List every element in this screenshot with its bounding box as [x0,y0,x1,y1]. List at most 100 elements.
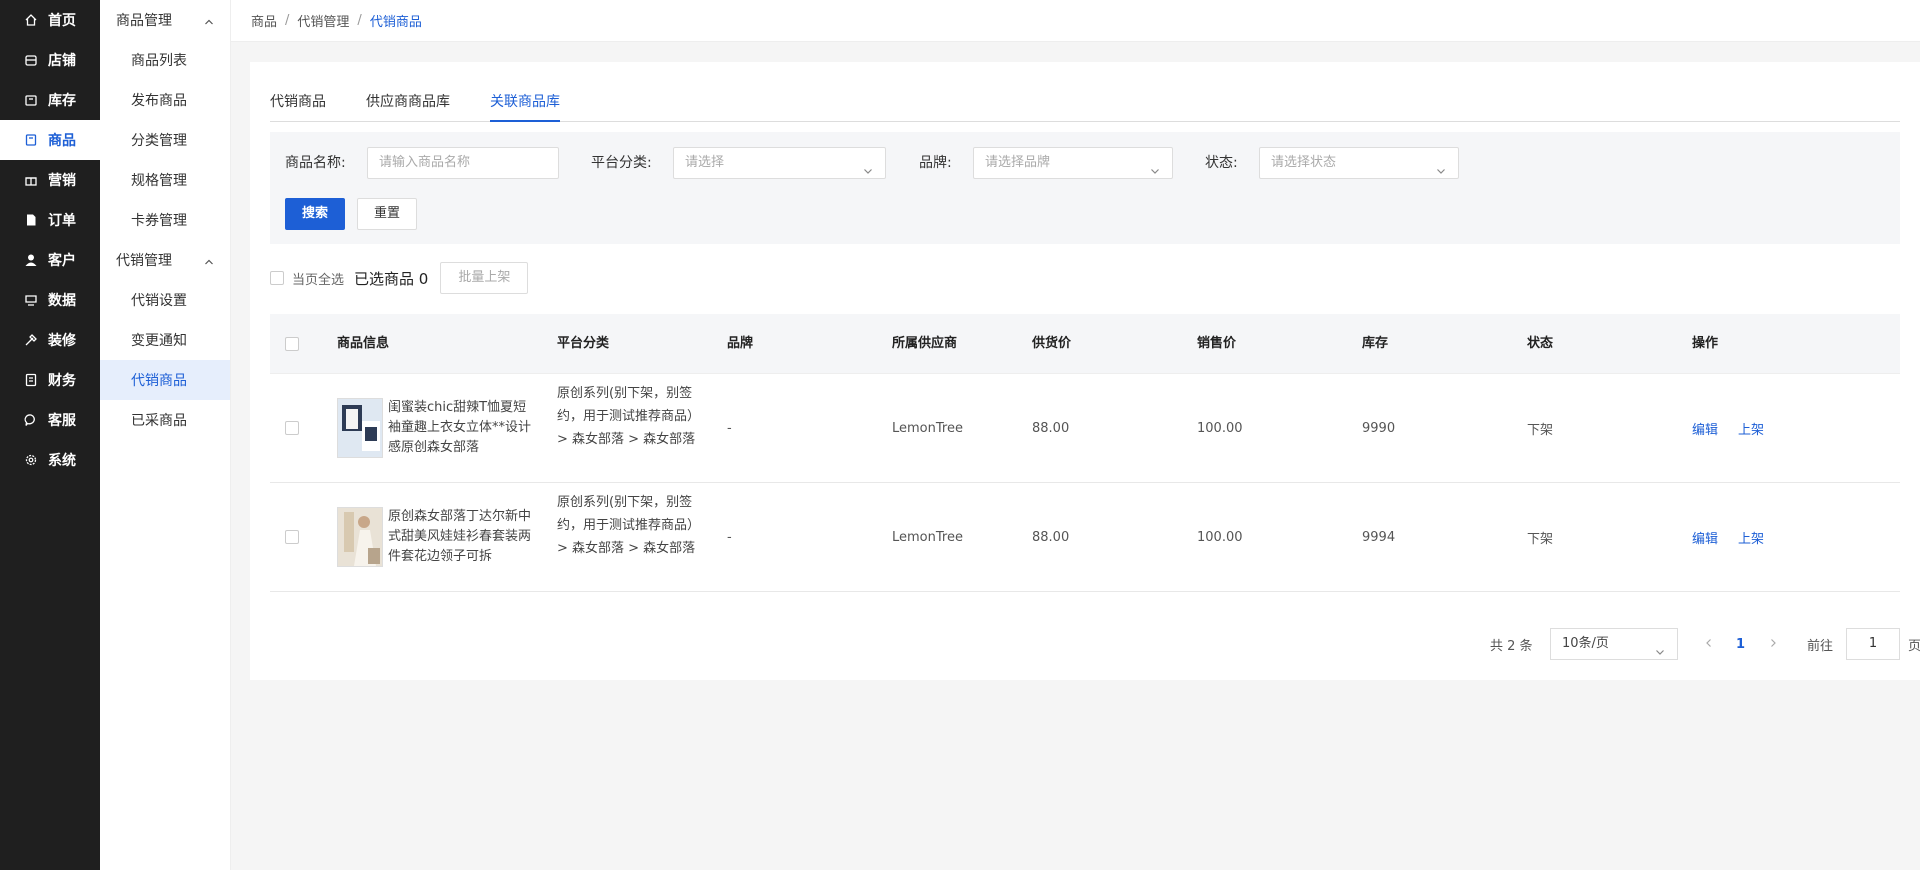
next-page-icon[interactable] [1768,637,1778,652]
edit-link[interactable]: 编辑 [1692,528,1718,547]
sale-price: 100.00 [1197,421,1243,436]
main-nav: 首页 店铺 库存 商品 营销 订单 客户 数据 装修 财务 客服 系统 [0,0,100,870]
goto-page-input[interactable]: 1 [1846,628,1900,660]
on-shelf-link[interactable]: 上架 [1738,419,1764,438]
nav-item-goods[interactable]: 商品 [0,120,100,160]
subnav-group-label: 代销管理 [116,253,172,269]
chevron-down-icon [863,158,873,174]
tab-supplier-library[interactable]: 供应商商品库 [366,92,450,122]
table-header: 商品信息 平台分类 品牌 所属供应商 供货价 销售价 库存 状态 操作 [270,314,1900,374]
search-button[interactable]: 搜索 [285,198,345,230]
nav-item-label: 装修 [48,333,76,349]
brand-select-placeholder: 请选择品牌 [985,155,1051,170]
subnav-group-goods[interactable]: 商品管理 [100,0,230,40]
product-thumbnail[interactable] [337,398,383,458]
table-row: 闺蜜装chic甜辣T恤夏短袖童趣上衣女立体**设计感原创森女部落 原创系列(别下… [270,374,1900,483]
nav-item-shop[interactable]: 店铺 [0,40,100,80]
nav-item-order[interactable]: 订单 [0,200,100,240]
subnav-item-spec[interactable]: 规格管理 [100,160,230,200]
status-select[interactable]: 请选择状态 [1259,147,1459,179]
chevron-up-icon [204,255,214,265]
product-brand: - [727,530,732,545]
pagination: 共 2 条 10条/页 1 前往 1 页 [270,628,1920,660]
supply-price: 88.00 [1032,421,1070,436]
chevron-up-icon [204,15,214,25]
product-thumbnail[interactable] [337,507,383,567]
nav-item-finance[interactable]: 财务 [0,360,100,400]
subnav-item-goods-list[interactable]: 商品列表 [100,40,230,80]
subnav-group-consign[interactable]: 代销管理 [100,240,230,280]
breadcrumb: 商品 / 代销管理 / 代销商品 [231,0,1920,42]
subnav-item-change-notice[interactable]: 变更通知 [100,320,230,360]
reset-button[interactable]: 重置 [357,198,417,230]
th-brand: 品牌 [727,336,754,351]
data-icon [24,293,38,307]
nav-item-label: 订单 [48,213,76,229]
nav-item-label: 客户 [48,253,76,269]
product-brand: - [727,421,732,436]
th-status: 状态 [1527,336,1554,351]
brand-select[interactable]: 请选择品牌 [973,147,1173,179]
nav-item-label: 客服 [48,413,76,429]
select-all-checkbox[interactable] [270,271,284,285]
breadcrumb-item-goods[interactable]: 商品 [251,11,277,30]
filter-panel: 商品名称: 请输入商品名称 平台分类: 请选择 品牌: 请选择品牌 状态: 请选… [270,132,1900,244]
nav-item-decorate[interactable]: 装修 [0,320,100,360]
nav-item-label: 首页 [48,13,76,29]
nav-item-system[interactable]: 系统 [0,440,100,480]
status-text: 下架 [1527,423,1554,438]
prev-page-icon[interactable] [1704,637,1714,652]
breadcrumb-separator: / [285,13,290,28]
th-stock: 库存 [1362,336,1389,351]
nav-item-customer[interactable]: 客户 [0,240,100,280]
row-checkbox[interactable] [285,530,299,544]
batch-on-shelf-button[interactable]: 批量上架 [440,262,529,294]
chevron-down-icon [1655,639,1665,655]
breadcrumb-item-consign[interactable]: 代销管理 [297,11,349,30]
th-supply-price: 供货价 [1032,336,1072,351]
decorate-icon [24,333,38,347]
row-actions: 编辑 上架 [1692,374,1784,483]
th-sale-price: 销售价 [1197,336,1237,351]
tab-consign-goods[interactable]: 代销商品 [270,92,326,122]
subnav-item-purchased[interactable]: 已采商品 [100,400,230,440]
product-supplier: LemonTree [892,421,963,436]
select-all-label: 当页全选 [292,272,345,288]
breadcrumb-separator: / [357,13,362,28]
content-card: 代销商品 供应商商品库 关联商品库 商品名称: 请输入商品名称 平台分类: 请选… [250,62,1920,680]
product-supplier: LemonTree [892,530,963,545]
product-name[interactable]: 闺蜜装chic甜辣T恤夏短袖童趣上衣女立体**设计感原创森女部落 [388,398,538,458]
home-icon [24,13,38,27]
nav-item-home[interactable]: 首页 [0,0,100,40]
sale-price: 100.00 [1197,530,1243,545]
th-category: 平台分类 [557,336,610,351]
on-shelf-link[interactable]: 上架 [1738,528,1764,547]
page-number-current[interactable]: 1 [1736,637,1745,652]
subnav-item-publish[interactable]: 发布商品 [100,80,230,120]
nav-item-data[interactable]: 数据 [0,280,100,320]
th-info: 商品信息 [337,336,390,351]
subnav-item-category[interactable]: 分类管理 [100,120,230,160]
goods-icon [24,133,38,147]
category-select-placeholder: 请选择 [685,155,725,170]
status-select-placeholder: 请选择状态 [1271,155,1337,170]
product-name[interactable]: 原创森女部落丁达尔新中式甜美风娃娃衫春套装两件套花边领子可拆 [388,507,538,567]
page-size-select[interactable]: 10条/页 [1550,628,1678,660]
subnav-item-coupon[interactable]: 卡券管理 [100,200,230,240]
edit-link[interactable]: 编辑 [1692,419,1718,438]
subnav-item-consign-settings[interactable]: 代销设置 [100,280,230,320]
nav-item-label: 商品 [48,133,76,149]
gift-icon [24,173,38,187]
row-checkbox[interactable] [285,421,299,435]
name-search-input[interactable]: 请输入商品名称 [367,147,559,179]
order-icon [24,213,38,227]
category-select[interactable]: 请选择 [673,147,886,179]
nav-item-inventory[interactable]: 库存 [0,80,100,120]
subnav-item-consign-goods[interactable]: 代销商品 [100,360,230,400]
table-row: 原创森女部落丁达尔新中式甜美风娃娃衫春套装两件套花边领子可拆 原创系列(别下架，… [270,483,1900,592]
nav-item-marketing[interactable]: 营销 [0,160,100,200]
nav-item-service[interactable]: 客服 [0,400,100,440]
tab-linked-library[interactable]: 关联商品库 [490,92,560,122]
header-checkbox[interactable] [285,337,299,351]
status-filter-label: 状态: [1205,155,1238,171]
